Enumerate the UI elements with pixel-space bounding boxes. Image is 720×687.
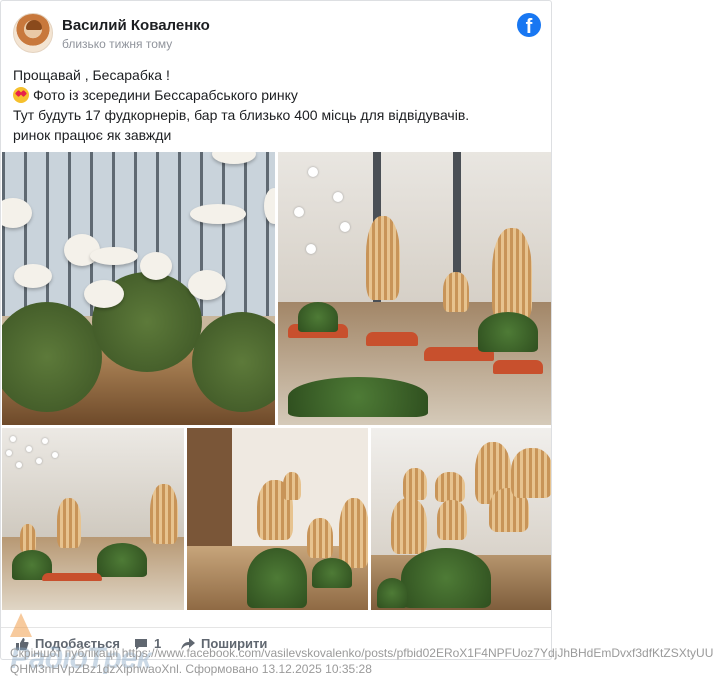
bulb (52, 452, 58, 458)
radiotrek-watermark-logo: РадіоТрек (10, 608, 170, 675)
plant (377, 578, 407, 608)
star-struck-emoji-icon (13, 87, 29, 103)
bulb (16, 462, 22, 468)
wicker-lamp (443, 272, 469, 312)
wicker-lamp (57, 498, 81, 548)
photo-hall-with-lamps-and-sofas[interactable] (278, 152, 551, 425)
wicker-lamp (511, 448, 551, 498)
post-text: Прощавай , Бесарабка ! Фото із зсередини… (13, 65, 541, 145)
pendant-disc (14, 264, 52, 288)
radiotrek-logo-icon (10, 613, 32, 637)
author-name[interactable]: Василий Коваленко (62, 17, 210, 34)
post-text-line: Прощавай , Бесарабка ! (13, 67, 170, 83)
photo-wicker-pendant-lamps[interactable] (371, 428, 551, 610)
photo-food-corner-stalls[interactable] (187, 428, 368, 610)
screenshot-caption: Скріншот публікації https://www.facebook… (10, 646, 714, 676)
pendant-disc (188, 270, 226, 300)
pendant-disc (90, 247, 138, 265)
post-text-line: ринок працює як завжди (13, 127, 172, 143)
wicker-lamp (307, 518, 333, 558)
bulb (26, 446, 32, 452)
bulb (308, 167, 318, 177)
sofa (366, 332, 418, 346)
counter (42, 573, 102, 581)
wicker-lamp (437, 500, 467, 540)
wicker-lamp (339, 498, 368, 568)
plant (288, 377, 428, 417)
facebook-post-card: Василий Коваленко близько тижня тому f П… (0, 0, 552, 660)
post-text-line: Фото із зсередини Бессарабського ринку (13, 85, 541, 105)
plant (298, 302, 338, 332)
pendant-disc (190, 204, 246, 224)
plant (97, 543, 147, 577)
post-timestamp[interactable]: близько тижня тому (62, 37, 172, 51)
pendant-disc (84, 280, 124, 308)
post-text-line-content: Фото із зсередини Бессарабського ринку (33, 87, 298, 103)
wicker-lamp (283, 472, 301, 500)
photo-glass-roof-hall[interactable] (2, 152, 275, 425)
post-text-line: Тут будуть 17 фудкорнерів, бар та близьк… (13, 107, 470, 123)
plant (312, 558, 352, 588)
post-header: Василий Коваленко близько тижня тому f (13, 13, 541, 55)
author-avatar[interactable] (13, 13, 53, 53)
pendant-disc (140, 252, 172, 280)
plant (478, 312, 538, 352)
facebook-icon[interactable]: f (517, 13, 541, 38)
wicker-lamp (366, 216, 400, 300)
bulb (306, 244, 316, 254)
plant (401, 548, 491, 608)
bulb (340, 222, 350, 232)
plant (247, 548, 307, 608)
bulb (294, 207, 304, 217)
bulb (333, 192, 343, 202)
bulb (10, 436, 16, 442)
wicker-lamp (391, 498, 427, 554)
bulb (36, 458, 42, 464)
bulb (6, 450, 12, 456)
wicker-lamp (403, 468, 427, 500)
wicker-lamp (492, 228, 532, 322)
wicker-lamp (20, 524, 36, 552)
sofa (493, 360, 543, 374)
photo-hall-with-bulb-chandelier[interactable] (2, 428, 184, 610)
wicker-lamp (150, 484, 178, 544)
bulb (42, 438, 48, 444)
wicker-lamp (435, 472, 465, 502)
